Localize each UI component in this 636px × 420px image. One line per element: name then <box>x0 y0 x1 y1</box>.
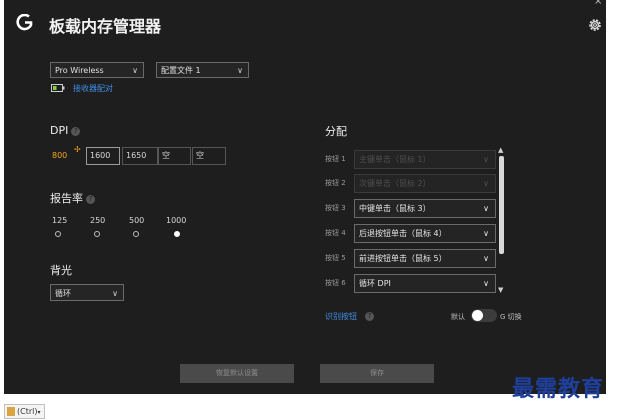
button-4-value: 后退按钮单击（鼠标 4） <box>359 229 447 238</box>
dpi-level-2[interactable]: 1600 <box>86 147 120 165</box>
dpi-heading: DPI? <box>50 124 81 137</box>
close-button[interactable]: × <box>594 0 602 7</box>
button-5-assignment[interactable]: 前进按钮单击（鼠标 5） ∨ <box>354 249 496 268</box>
paste-options-chip[interactable]: (Ctrl)▾ <box>4 404 45 419</box>
button-2-label: 按钮 2 <box>325 179 346 187</box>
battery-icon <box>51 84 65 92</box>
chevron-down-icon: ∨ <box>112 289 118 298</box>
chevron-down-icon: ∨ <box>483 204 489 213</box>
onboard-memory-manager-window: 板载内存管理器 × Pro Wireless ∨ 配置文件 1 ∨ 接收器配对 … <box>4 0 606 394</box>
assignments-title: 分配 <box>325 125 347 138</box>
dpi-label: DPI <box>50 124 69 137</box>
button-1-label: 按钮 1 <box>325 155 346 163</box>
button-6-label: 按钮 6 <box>325 279 346 287</box>
device-dropdown[interactable]: Pro Wireless ∨ <box>50 62 144 78</box>
report-rate-heading: 报告率? <box>50 190 95 206</box>
clipboard-icon <box>7 407 15 416</box>
dpi-level-3[interactable]: 1650 <box>122 147 158 165</box>
button-3-label: 按钮 3 <box>325 204 346 212</box>
toggle-knob <box>472 310 483 321</box>
chevron-down-icon: ∨ <box>483 229 489 238</box>
button-2-assignment: 次键单击（鼠标 2） ∨ <box>354 174 496 193</box>
button-2-value: 次键单击（鼠标 2） <box>359 179 431 188</box>
settings-gear-icon[interactable] <box>587 17 603 33</box>
rate-radio-1000-selected[interactable] <box>174 231 180 237</box>
rate-option-1000[interactable]: 1000 <box>166 216 186 225</box>
dpi-default-value[interactable]: 800 <box>52 151 67 160</box>
rate-option-500[interactable]: 500 <box>129 216 144 225</box>
button-4-assignment[interactable]: 后退按钮单击（鼠标 4） ∨ <box>354 224 496 243</box>
logitech-g-logo-icon <box>16 14 33 31</box>
chevron-down-icon: ∨ <box>132 66 138 75</box>
button-3-assignment[interactable]: 中键单击（鼠标 3） ∨ <box>354 199 496 218</box>
paste-shortcut-label: (Ctrl) <box>17 407 38 416</box>
gshift-mode-label: G 切换 <box>500 313 522 321</box>
button-5-value: 前进按钮单击（鼠标 5） <box>359 254 447 263</box>
button-1-value: 主键单击（鼠标 1） <box>359 155 431 164</box>
watermark-text: 最需教育 <box>512 376 605 402</box>
report-rate-label: 报告率 <box>50 192 83 205</box>
rate-option-125[interactable]: 125 <box>52 216 67 225</box>
rate-radio-500[interactable] <box>133 231 139 237</box>
default-mode-label: 默认 <box>451 313 465 321</box>
gshift-toggle[interactable] <box>471 309 497 322</box>
chevron-down-icon: ▾ <box>37 409 41 416</box>
chevron-down-icon: ∨ <box>483 254 489 263</box>
chevron-down-icon: ∨ <box>483 179 489 188</box>
backlight-label: 背光 <box>50 264 72 277</box>
rate-radio-125[interactable] <box>55 231 61 237</box>
scroll-up-icon[interactable]: ▲ <box>498 146 503 154</box>
button-6-value: 循环 DPI <box>359 279 391 288</box>
profile-dropdown[interactable]: 配置文件 1 ∨ <box>156 62 249 78</box>
backlight-dropdown-value: 循环 <box>55 289 71 298</box>
rate-radio-250[interactable] <box>94 231 100 237</box>
button-1-assignment: 主键单击（鼠标 1） ∨ <box>354 150 496 169</box>
restore-defaults-button[interactable]: 恢复默认设置 <box>180 364 294 383</box>
dpi-shift-indicator-icon: ✢ <box>74 145 81 154</box>
button-5-label: 按钮 5 <box>325 254 346 262</box>
dpi-level-4[interactable]: 空 <box>158 147 191 165</box>
help-icon[interactable]: ? <box>86 194 95 204</box>
button-4-label: 按钮 4 <box>325 229 346 237</box>
scrollbar-thumb[interactable] <box>499 156 504 254</box>
receiver-pairing-link[interactable]: 接收器配对 <box>73 83 113 94</box>
button-6-assignment[interactable]: 循环 DPI ∨ <box>354 274 496 293</box>
save-button[interactable]: 保存 <box>320 364 434 383</box>
window-title: 板载内存管理器 <box>49 17 162 36</box>
backlight-dropdown[interactable]: 循环 ∨ <box>50 284 124 301</box>
scroll-down-icon[interactable]: ▼ <box>498 286 503 294</box>
rate-option-250[interactable]: 250 <box>90 216 105 225</box>
chevron-down-icon: ∨ <box>483 155 489 164</box>
chevron-down-icon: ∨ <box>483 279 489 288</box>
help-icon[interactable]: ? <box>71 126 81 136</box>
profile-dropdown-value: 配置文件 1 <box>161 66 201 75</box>
dpi-level-5[interactable]: 空 <box>192 147 226 165</box>
chevron-down-icon: ∨ <box>237 66 243 75</box>
identify-buttons-row: 识别按钮? <box>325 311 374 322</box>
help-icon[interactable]: ? <box>365 312 374 321</box>
device-dropdown-value: Pro Wireless <box>55 66 104 75</box>
identify-buttons-link[interactable]: 识别按钮 <box>325 312 357 321</box>
button-3-value: 中键单击（鼠标 3） <box>359 204 431 213</box>
